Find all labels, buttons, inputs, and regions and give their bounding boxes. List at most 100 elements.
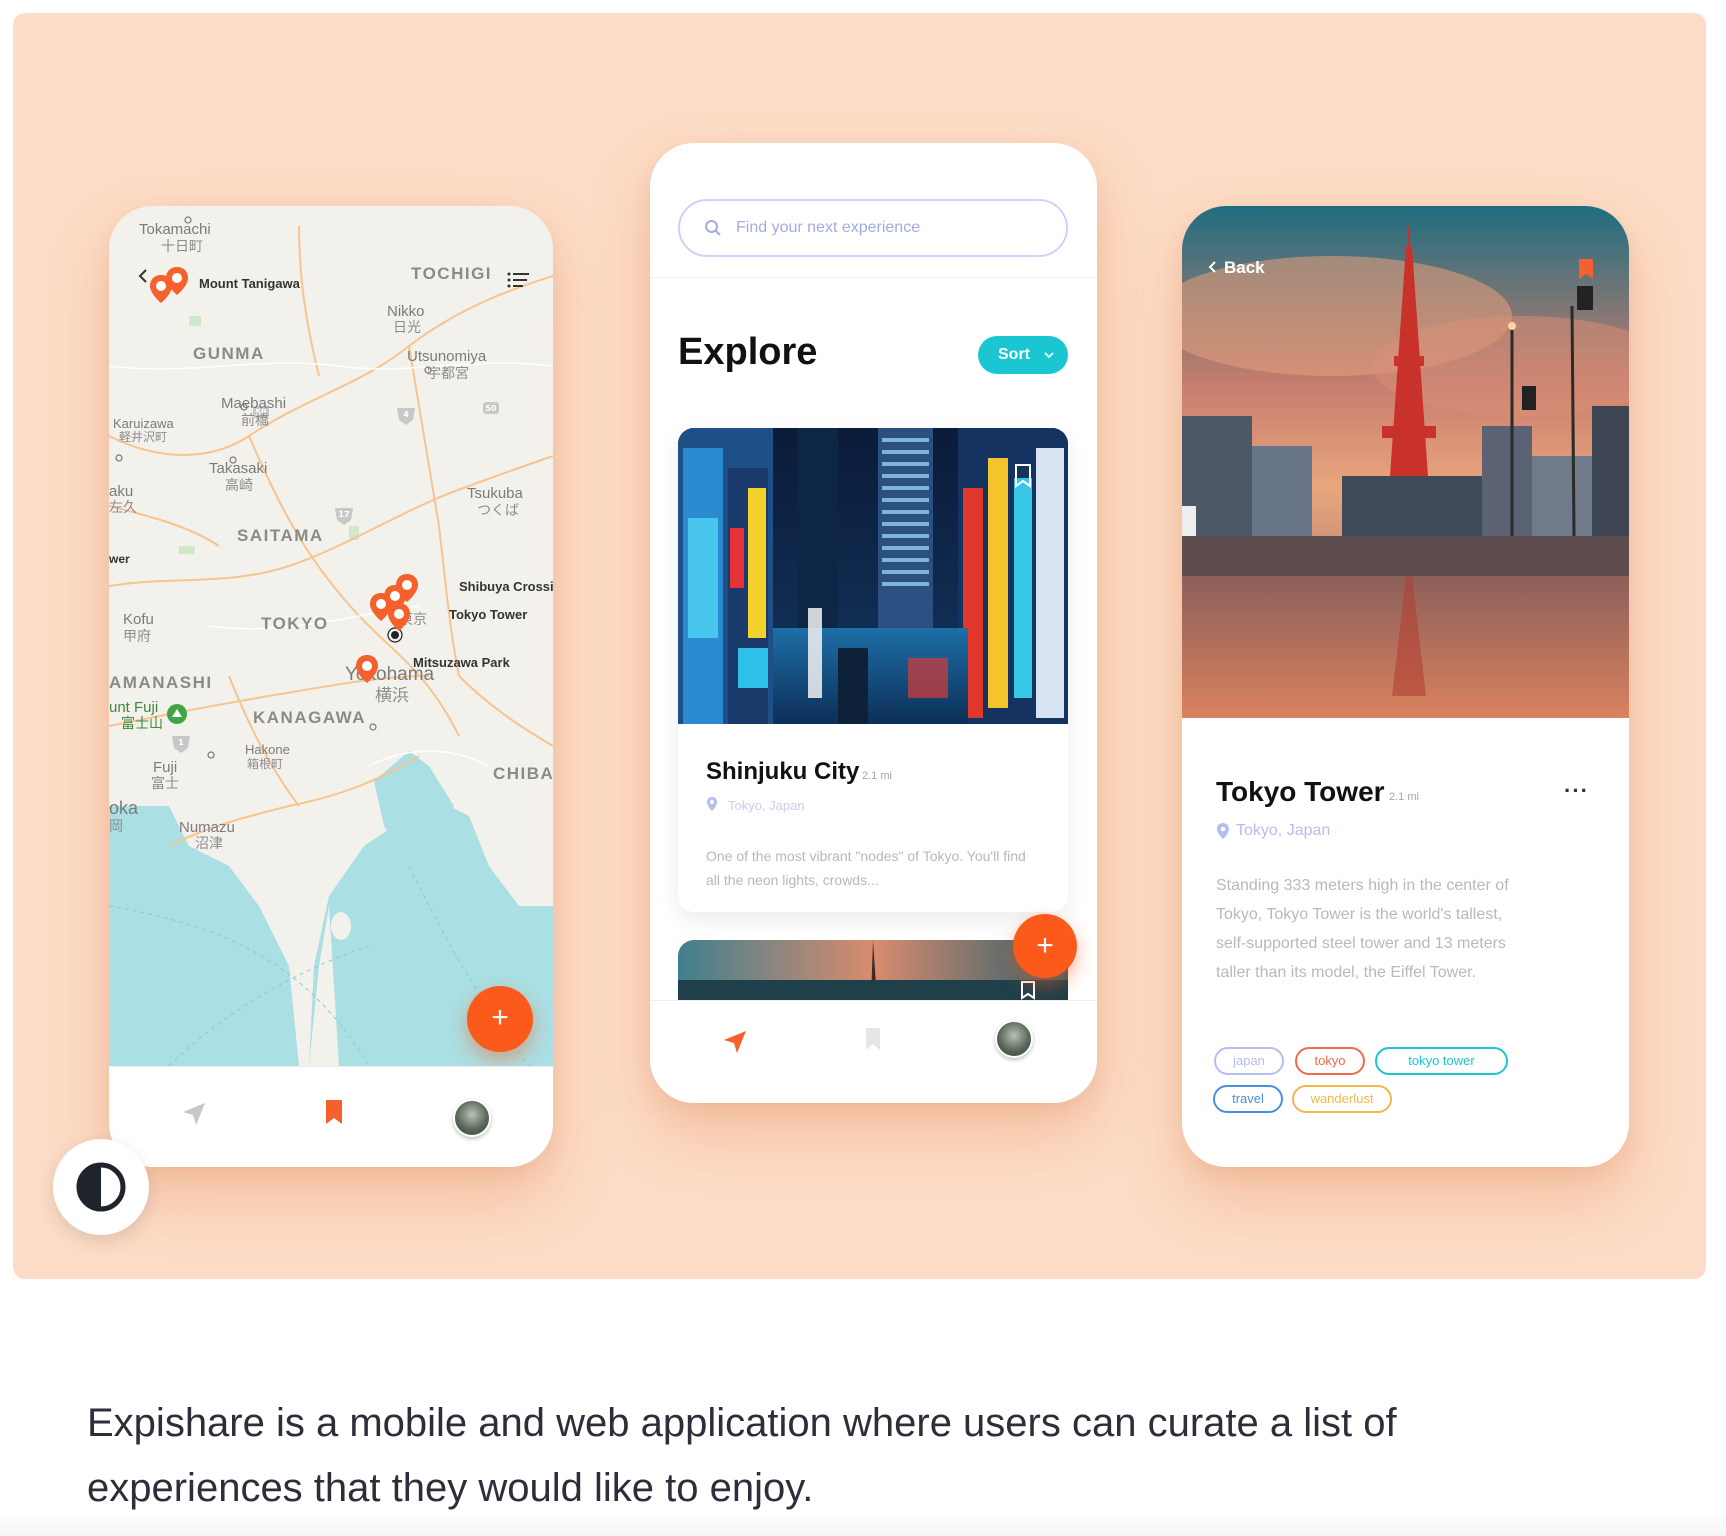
navigate-icon[interactable]: [181, 1101, 207, 1127]
pin-label-tokyo-tower: Tokyo Tower: [449, 607, 528, 622]
map-label: TOCHIGI: [411, 264, 493, 283]
map-pin-icon[interactable]: [355, 654, 379, 684]
map-label: 左久: [109, 499, 137, 515]
more-options-button[interactable]: ···: [1564, 778, 1589, 804]
pin-label-mount-tanigawa: Mount Tanigawa: [199, 276, 300, 291]
map-label: 高崎: [225, 477, 253, 493]
theme-toggle-button[interactable]: [53, 1139, 149, 1235]
map-label: KANAGAWA: [253, 708, 367, 727]
phone-explore-screen: Find your next experience Explore Sort S…: [650, 143, 1097, 1103]
add-button[interactable]: +: [467, 986, 533, 1052]
detail-description: Standing 333 meters high in the center o…: [1216, 877, 1509, 981]
map-label: Utsunomiya: [407, 348, 487, 365]
card-distance: 2.1 mi: [862, 770, 892, 782]
phone-map-screen: 50 4 50 17 1 Tokamachi 十日町 TOCHIGI Nikko…: [109, 206, 553, 1167]
map-label: SAITAMA: [237, 526, 324, 545]
map-label: 軽井沢町: [119, 430, 168, 444]
map-label: TOKYO: [261, 614, 329, 633]
experience-card[interactable]: Shinjuku City 2.1 mi Tokyo, Japan One of…: [678, 428, 1068, 912]
tag-wanderlust[interactable]: wanderlust: [1292, 1085, 1392, 1113]
pin-label-shibuya-crossing: Shibuya Crossir: [459, 579, 553, 594]
map-label: 甲府: [123, 628, 151, 644]
map-label: 富士: [151, 775, 179, 791]
bookmark-icon[interactable]: [1014, 464, 1032, 488]
tab-bar: [109, 1066, 553, 1167]
map-label: AMANASHI: [109, 673, 213, 692]
bookmark-icon[interactable]: [324, 1099, 344, 1125]
map-label: aku: [109, 483, 134, 500]
chevron-down-icon: [1044, 352, 1054, 359]
location-pin-icon: [707, 797, 717, 811]
hero-showcase: 50 4 50 17 1 Tokamachi 十日町 TOCHIGI Nikko…: [13, 13, 1706, 1279]
experience-card-preview[interactable]: [678, 940, 1068, 1000]
map-pin-icon[interactable]: [387, 602, 411, 632]
project-description: Expishare is a mobile and web applicatio…: [87, 1401, 1397, 1510]
map-label: Nikko: [387, 303, 425, 320]
map-label: つくば: [477, 502, 519, 518]
map-pin-icon[interactable]: [395, 573, 419, 603]
map-label: CHIBA: [493, 764, 553, 783]
svg-text:17: 17: [338, 510, 349, 519]
search-icon: [705, 220, 721, 236]
svg-text:4: 4: [403, 410, 409, 419]
tag-tokyo-tower[interactable]: tokyo tower: [1375, 1047, 1508, 1075]
map-label: Numazu: [179, 819, 235, 836]
map-label: GUNMA: [193, 344, 265, 363]
road-shield: 4: [397, 408, 415, 425]
map-label: Kofu: [123, 611, 154, 628]
pin-label-mitsuzawa-park: Mitsuzawa Park: [413, 655, 510, 670]
bookmark-icon[interactable]: [864, 1027, 882, 1051]
search-placeholder: Find your next experience: [736, 219, 921, 236]
navigate-icon[interactable]: [722, 1029, 748, 1055]
avatar[interactable]: [453, 1099, 491, 1137]
map-label: 横浜: [375, 686, 409, 705]
map-label: 富士山: [121, 715, 163, 731]
phone-detail-screen: Back Tokyo Tower 2.1 mi ··· Tokyo, Japan…: [1182, 206, 1629, 1167]
map-label: 前橋: [241, 412, 269, 428]
detail-title: Tokyo Tower: [1216, 776, 1385, 807]
road-shield: 50: [483, 402, 499, 414]
tag-japan[interactable]: japan: [1214, 1047, 1284, 1075]
detail-distance: 2.1 mi: [1389, 791, 1419, 803]
avatar[interactable]: [995, 1020, 1033, 1058]
back-button[interactable]: Back: [1208, 258, 1265, 278]
tag-tokyo[interactable]: tokyo: [1295, 1047, 1365, 1075]
location-pin-icon: [1217, 823, 1229, 839]
svg-text:50: 50: [485, 404, 497, 413]
map-view[interactable]: 50 4 50 17 1 Tokamachi 十日町 TOCHIGI Nikko…: [109, 206, 553, 1066]
filter-list-icon[interactable]: [507, 272, 529, 288]
map-label: unt Fuji: [109, 699, 159, 716]
map-label: Tokamachi: [139, 221, 211, 238]
tokyo-tower-image: [1182, 206, 1629, 718]
back-chevron-icon[interactable]: [137, 268, 149, 284]
map-label: Takasaki: [209, 460, 268, 477]
card-description: One of the most vibrant "nodes" of Tokyo…: [706, 848, 1026, 888]
tag-travel[interactable]: travel: [1213, 1085, 1283, 1113]
map-label: oka: [109, 798, 139, 818]
card-title: Shinjuku City: [706, 758, 860, 785]
map-pin-icon[interactable]: [165, 266, 189, 296]
add-button[interactable]: +: [1013, 914, 1077, 978]
map-label: 箱根町: [247, 757, 284, 771]
contrast-icon: [76, 1162, 126, 1212]
road-shield: 1: [172, 736, 190, 753]
sort-label: Sort: [998, 346, 1030, 363]
svg-text:1: 1: [178, 738, 184, 747]
map-label: 岡: [109, 818, 123, 834]
divider: [650, 277, 1097, 278]
map-label: 日光: [393, 319, 421, 335]
map-label: 沼津: [195, 835, 223, 851]
map-canvas: 50 4 50 17 1: [109, 216, 553, 1066]
bookmark-icon[interactable]: [1578, 258, 1594, 280]
map-label: Tsukuba: [467, 485, 523, 502]
page-title: Explore: [678, 331, 818, 373]
detail-location: Tokyo, Japan: [1236, 822, 1331, 839]
back-label: Back: [1224, 258, 1265, 277]
map-label: 十日町: [161, 238, 203, 254]
tab-bar: [650, 1000, 1097, 1103]
sort-button[interactable]: Sort: [978, 336, 1068, 374]
map-label: Fuji: [153, 759, 178, 776]
map-label: 宇都宮: [427, 365, 469, 381]
road-shield: 17: [335, 508, 353, 525]
search-input[interactable]: Find your next experience: [678, 199, 1068, 257]
